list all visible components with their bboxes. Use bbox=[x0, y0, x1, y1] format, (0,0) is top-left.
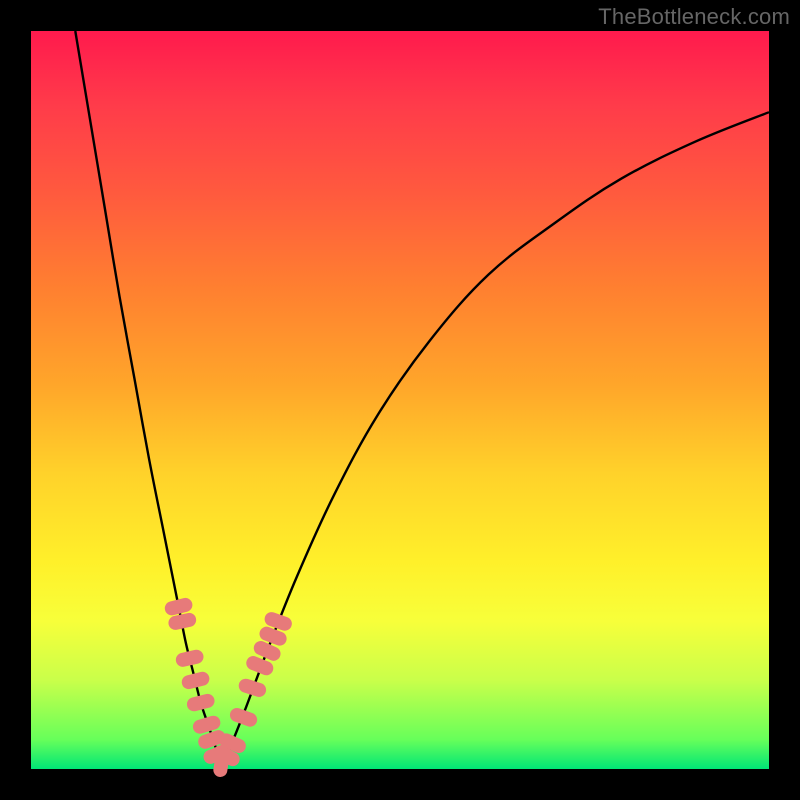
marker-point bbox=[180, 670, 211, 690]
marker-point bbox=[174, 648, 204, 668]
plot-area bbox=[31, 31, 769, 769]
marker-point bbox=[185, 692, 216, 712]
watermark-text: TheBottleneck.com bbox=[598, 4, 790, 30]
chart-svg bbox=[31, 31, 769, 769]
chart-frame: TheBottleneck.com bbox=[0, 0, 800, 800]
marker-point bbox=[237, 677, 268, 699]
marker-point bbox=[228, 706, 259, 729]
scatter-markers bbox=[163, 596, 293, 778]
curve-right-branch bbox=[221, 112, 769, 765]
